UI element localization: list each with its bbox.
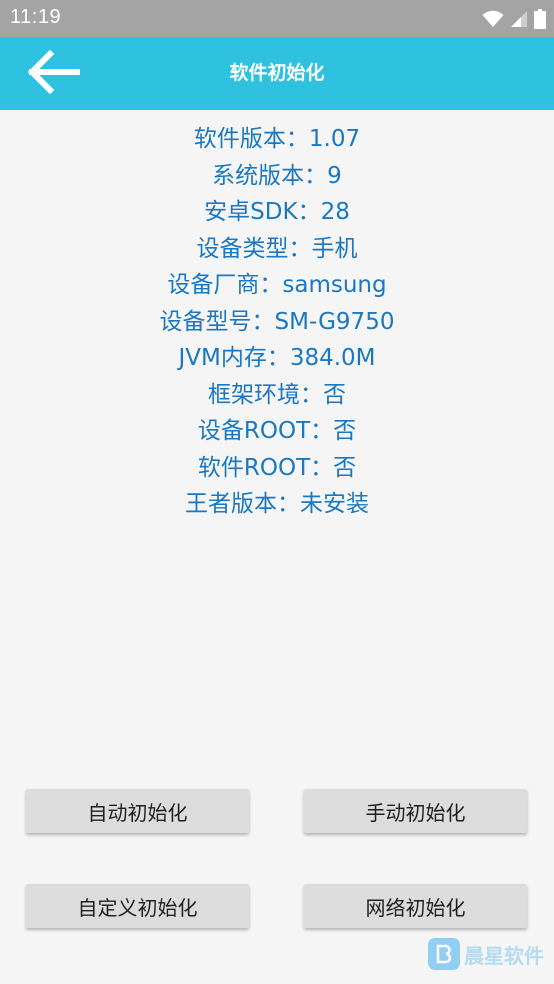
back-button[interactable] [22,49,84,99]
info-label: 软件ROOT [197,454,311,481]
info-label: 设备型号 [159,308,252,335]
info-line-manufacturer: 设备厂商：samsung [0,267,554,304]
info-line-device-type: 设备类型：手机 [0,231,554,268]
watermark: 晨星软件 [428,938,544,970]
info-separator: ： [259,272,283,298]
manual-init-button[interactable]: 手动初始化 [304,789,527,833]
info-label: 设备厂商 [167,272,260,298]
info-line-android-sdk: 安卓SDK：28 [0,194,554,231]
wifi-icon [482,10,504,28]
info-separator: ： [297,199,321,225]
info-label: 系统版本 [212,162,305,189]
info-label: 王者版本 [185,491,277,517]
info-separator: ： [285,126,309,152]
info-separator: ： [300,381,323,408]
info-label: 软件版本 [193,126,286,152]
info-line-game-version: 王者版本：未安装 [0,486,554,523]
device-info-list: 软件版本：1.07 系统版本：9 安卓SDK：28 设备类型：手机 设备厂商：s… [0,121,554,523]
info-value: 9 [327,162,342,189]
info-value: SM-G9750 [274,308,395,335]
info-label: 安卓SDK [204,199,298,225]
info-separator: ： [310,418,334,444]
info-line-device-root: 设备ROOT：否 [0,413,554,450]
battery-icon [534,9,546,29]
auto-init-button[interactable]: 自动初始化 [26,789,249,833]
info-line-software-root: 软件ROOT：否 [0,450,554,487]
info-label: 框架环境 [208,381,300,408]
info-label: 设备类型 [196,235,289,262]
info-value: 1.07 [308,126,361,152]
status-bar: 11:19 [0,0,554,37]
watermark-text: 晨星软件 [464,943,544,968]
status-time: 11:19 [10,6,62,28]
info-line-jvm-memory: JVM内存：384.0M [0,340,554,377]
info-value: 384.0M [289,345,376,371]
app-logo-icon [428,938,460,970]
status-icons [482,8,546,30]
info-value: 否 [333,454,357,481]
info-value: 手机 [311,235,358,262]
info-separator: ： [288,235,312,262]
custom-init-button[interactable]: 自定义初始化 [26,884,249,928]
info-value: 未安装 [300,491,369,517]
info-line-software-version: 软件版本：1.07 [0,121,554,158]
info-line-system-version: 系统版本：9 [0,158,554,195]
info-line-framework: 框架环境：否 [0,377,554,414]
info-separator: ： [251,308,275,335]
app-bar: 软件初始化 [0,37,554,110]
info-separator: ： [304,162,328,189]
info-label: 设备ROOT [197,418,311,444]
arrow-left-icon [26,49,80,98]
info-label: JVM内存 [178,345,267,371]
signal-icon [510,10,528,28]
info-value: 否 [323,381,346,408]
info-value: 否 [333,418,357,444]
info-separator: ： [266,345,290,371]
info-value: 28 [320,199,350,225]
network-init-button[interactable]: 网络初始化 [304,884,527,928]
info-line-device-model: 设备型号：SM-G9750 [0,304,554,341]
info-separator: ： [310,454,334,481]
info-value: samsung [282,272,387,298]
info-separator: ： [277,491,300,517]
